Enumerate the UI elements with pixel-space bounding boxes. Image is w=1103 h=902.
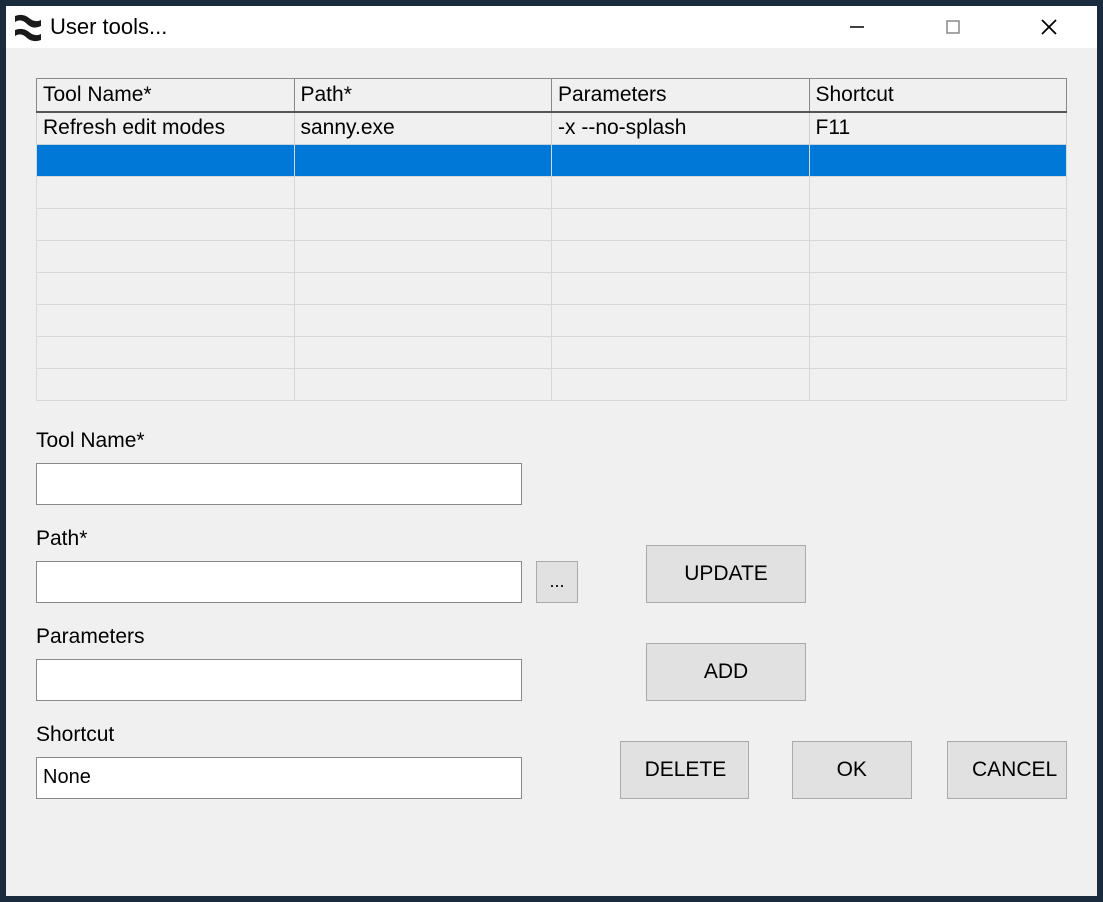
table-row-empty[interactable] [37, 336, 1067, 368]
table-row-empty[interactable] [37, 176, 1067, 208]
table-row-empty[interactable] [37, 240, 1067, 272]
shortcut-label: Shortcut [36, 723, 522, 747]
path-input[interactable] [36, 561, 522, 603]
ok-button[interactable]: OK [792, 741, 912, 799]
table-header-row: Tool Name* Path* Parameters Shortcut [37, 79, 1067, 113]
update-button[interactable]: UPDATE [646, 545, 806, 603]
table-row-empty[interactable] [37, 272, 1067, 304]
table-row-empty[interactable] [37, 208, 1067, 240]
col-shortcut[interactable]: Shortcut [809, 79, 1067, 113]
table-row-empty[interactable] [37, 304, 1067, 336]
col-path[interactable]: Path* [294, 79, 552, 113]
table-row-empty[interactable] [37, 368, 1067, 400]
cell-empty [294, 144, 552, 176]
minimize-button[interactable] [809, 6, 905, 48]
col-parameters[interactable]: Parameters [552, 79, 810, 113]
window-title: User tools... [50, 14, 809, 40]
user-tools-dialog: User tools... Tool Name* Path* Parameter… [6, 6, 1097, 896]
window-controls [809, 6, 1097, 48]
col-tool-name[interactable]: Tool Name* [37, 79, 295, 113]
content-area: Tool Name* Path* Parameters Shortcut Ref… [6, 48, 1097, 896]
path-label: Path* [36, 527, 522, 551]
add-button[interactable]: ADD [646, 643, 806, 701]
close-button[interactable] [1001, 6, 1097, 48]
browse-button[interactable]: ... [536, 561, 578, 603]
tool-name-label: Tool Name* [36, 429, 522, 453]
titlebar: User tools... [6, 6, 1097, 48]
maximize-button[interactable] [905, 6, 1001, 48]
shortcut-input[interactable] [36, 757, 522, 799]
cell-path: sanny.exe [294, 112, 552, 144]
parameters-input[interactable] [36, 659, 522, 701]
tools-table[interactable]: Tool Name* Path* Parameters Shortcut Ref… [36, 78, 1067, 401]
tools-table-wrap: Tool Name* Path* Parameters Shortcut Ref… [36, 78, 1067, 401]
table-row-selected[interactable] [37, 144, 1067, 176]
tool-name-input[interactable] [36, 463, 522, 505]
cell-empty [37, 144, 295, 176]
cell-shortcut: F11 [809, 112, 1067, 144]
maximize-icon [944, 18, 962, 36]
cancel-button[interactable]: CANCEL [947, 741, 1067, 799]
delete-button[interactable]: DELETE [620, 741, 750, 799]
form-area: Tool Name* Path* ... UPDATE Parameters [36, 429, 1067, 799]
close-icon [1039, 17, 1059, 37]
app-icon [12, 11, 44, 43]
cell-empty [809, 144, 1067, 176]
cell-empty [552, 144, 810, 176]
minimize-icon [848, 18, 866, 36]
parameters-label: Parameters [36, 625, 522, 649]
table-row[interactable]: Refresh edit modes sanny.exe -x --no-spl… [37, 112, 1067, 144]
cell-tool-name: Refresh edit modes [37, 112, 295, 144]
cell-parameters: -x --no-splash [552, 112, 810, 144]
